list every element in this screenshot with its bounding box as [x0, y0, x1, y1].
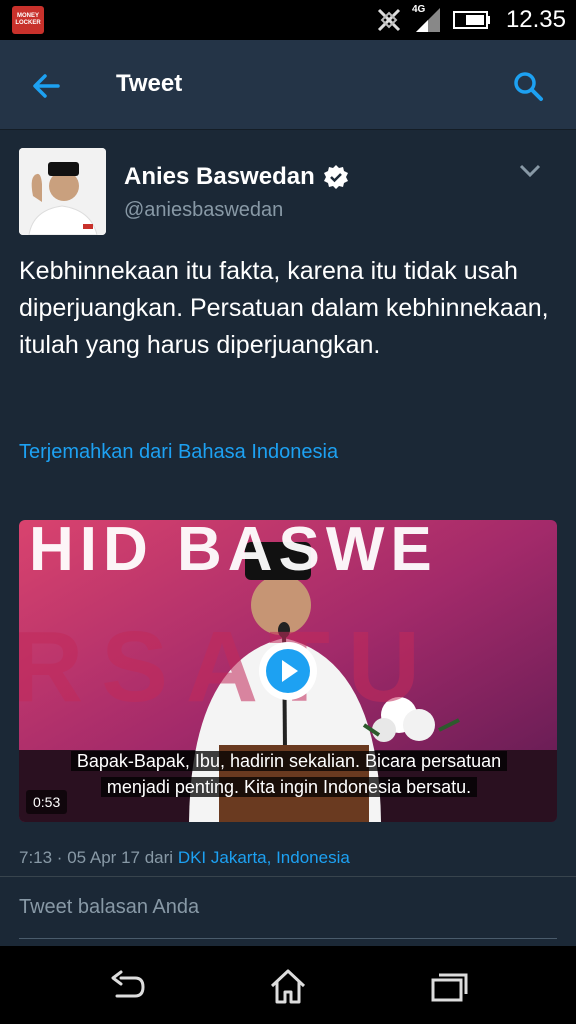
backdrop-text-mid: RSATU — [19, 611, 439, 723]
tweet-meta: 7:13 · 05 Apr 17 dari DKI Jakarta, Indon… — [19, 848, 350, 868]
search-icon[interactable] — [510, 68, 546, 104]
video-caption: Bapak-Bapak, Ibu, hadirin sekalian. Bica… — [40, 748, 538, 800]
no-sim-icon — [377, 8, 400, 32]
tweet-detail: Anies Baswedan @aniesbaswedan Kebhinneka… — [0, 131, 576, 876]
chevron-down-icon[interactable] — [518, 163, 542, 179]
android-nav-bar — [0, 946, 576, 1024]
avatar[interactable] — [19, 148, 106, 235]
play-button[interactable] — [259, 642, 317, 700]
from-label: dari — [144, 848, 174, 867]
translate-link[interactable]: Terjemahkan dari Bahasa Indonesia — [19, 441, 338, 464]
battery-icon — [452, 11, 490, 29]
author-handle[interactable]: @aniesbaswedan — [124, 199, 283, 222]
author-row[interactable]: Anies Baswedan — [124, 163, 349, 191]
money-locker-icon: MONEY LOCKER — [12, 6, 44, 34]
tweet-location-link[interactable]: DKI Jakarta, Indonesia — [178, 848, 350, 867]
back-arrow-icon[interactable] — [28, 68, 64, 104]
play-icon — [266, 649, 310, 693]
status-bar: MONEY LOCKER 4G 12.35 — [0, 0, 576, 40]
verified-badge-icon — [323, 165, 348, 189]
clock: 12.35 — [505, 6, 566, 33]
video-player[interactable]: HID BASWE RSATU Bapak-Bapak, Ibu, hadiri… — [19, 520, 557, 822]
caption-line-2: menjadi penting. Kita ingin Indonesia be… — [100, 777, 478, 797]
page-title: Tweet — [116, 70, 183, 97]
home-nav-icon[interactable] — [268, 966, 308, 1006]
tweet-text: Kebhinnekaan itu fakta, karena itu tidak… — [19, 257, 549, 359]
signal-icon: 4G — [412, 4, 442, 34]
status-icons: 4G 12.35 — [376, 0, 566, 40]
caption-line-1: Bapak-Bapak, Ibu, hadirin sekalian. Bica… — [70, 751, 508, 771]
video-duration: 0:53 — [26, 790, 68, 814]
reply-input[interactable] — [19, 877, 557, 939]
backdrop-text-top: HID BASWE — [29, 520, 438, 584]
app-bar: Tweet — [0, 40, 576, 130]
back-nav-icon[interactable] — [107, 966, 147, 1006]
recent-apps-icon[interactable] — [430, 966, 470, 1006]
tweet-timestamp[interactable]: 7:13 · 05 Apr 17 — [19, 848, 140, 867]
reply-bar — [0, 876, 576, 946]
author-name[interactable]: Anies Baswedan — [124, 163, 315, 191]
